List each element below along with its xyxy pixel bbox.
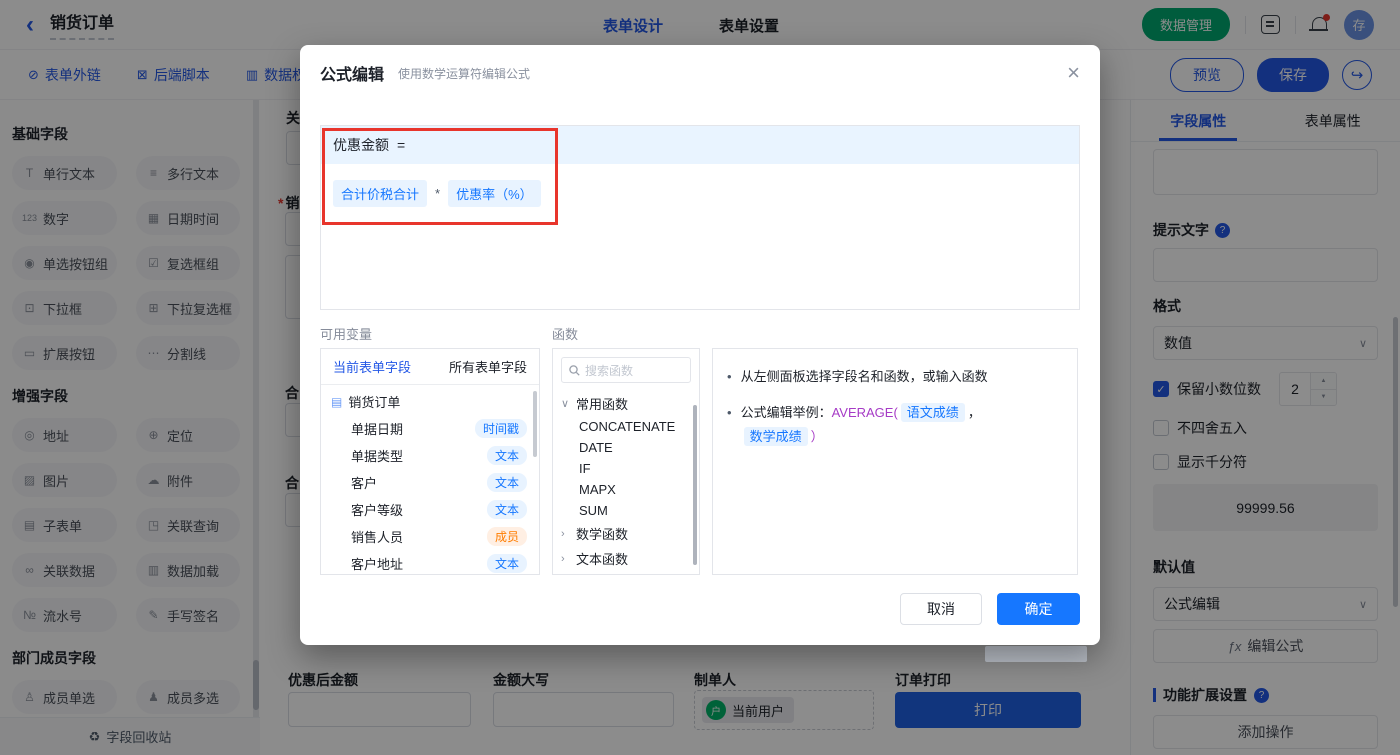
variables-panel-label: 可用变量 [320,324,372,343]
functions-scrollbar-thumb[interactable] [693,405,697,565]
form-document-icon: ▤ [331,395,342,409]
variables-tabs: 当前表单字段 所有表单字段 [321,349,539,385]
variable-name: 销售人员 [351,527,403,546]
variable-row[interactable]: 客户地址 文本 [321,550,539,575]
variable-type-badge: 文本 [487,446,527,465]
example-function-name: AVERAGE( [832,405,898,420]
function-search-placeholder: 搜索函数 [585,362,633,379]
function-item[interactable]: DATE [553,437,699,458]
variable-row[interactable]: 销售人员 成员 [321,523,539,550]
functions-panel-label: 函数 [552,324,578,343]
variable-name: 客户地址 [351,554,403,573]
variable-row[interactable]: 单据日期 时间戳 [321,415,539,442]
search-icon [569,365,580,376]
canvas-element-fragment [985,646,1087,662]
confirm-button[interactable]: 确定 [997,593,1080,625]
function-group-math[interactable]: › 数学函数 [553,521,699,546]
close-icon[interactable]: × [1067,62,1080,84]
variable-type-badge: 文本 [487,500,527,519]
tip-example-line: • 公式编辑举例：AVERAGE(语文成绩， 数学成绩） [727,401,1063,448]
function-item[interactable]: IF [553,458,699,479]
variable-row[interactable]: 客户 文本 [321,469,539,496]
function-group-common[interactable]: ∨ 常用函数 [553,391,699,416]
formula-editor-area[interactable]: 优惠金额 = 合计价税合计 * 优惠率（%） [320,125,1080,310]
modal-title: 公式编辑 [320,61,384,85]
variable-type-badge: 文本 [487,554,527,573]
tip-line: • 从左侧面板选择字段名和函数，或输入函数 [727,365,1063,388]
tab-current-form-fields[interactable]: 当前表单字段 [333,357,411,376]
variable-name: 客户 [351,473,377,492]
equals-sign: = [397,137,405,153]
chevron-right-icon: › [561,528,571,540]
bullet-icon: • [727,401,732,424]
formula-expression-row: 合计价税合计 * 优惠率（%） [321,164,1079,223]
function-group-label: 文本函数 [576,549,628,568]
form-designer-app: ‹ 销货订单 表单设计 表单设置 数据管理 存 ⊘ 表单外链 ⊠ 后端脚本 [0,0,1400,755]
chevron-right-icon: › [561,553,571,565]
variables-root-node[interactable]: ▤ 销货订单 [321,385,539,415]
variable-row[interactable]: 单据类型 文本 [321,442,539,469]
chevron-down-icon: ∨ [561,397,571,410]
variable-type-badge: 成员 [487,527,527,546]
tip-example-text: 公式编辑举例：AVERAGE(语文成绩， 数学成绩） [741,401,1063,448]
variable-name: 单据日期 [351,419,403,438]
function-search-input[interactable]: 搜索函数 [561,357,691,383]
formula-editor-modal: 公式编辑 使用数学运算符编辑公式 × 优惠金额 = 合计价税合计 * 优惠率（%… [300,45,1100,645]
formula-target-field: 优惠金额 [333,135,389,155]
function-item[interactable]: MAPX [553,479,699,500]
tip-example-prefix: 公式编辑举例： [741,405,832,420]
example-field-chip: 语文成绩 [901,403,965,422]
variable-type-badge: 文本 [487,473,527,492]
function-item[interactable]: SUM [553,500,699,521]
variable-row[interactable]: 客户等级 文本 [321,496,539,523]
function-group-text[interactable]: › 文本函数 [553,546,699,571]
variables-scrollbar-thumb[interactable] [533,391,537,457]
modal-header: 公式编辑 使用数学运算符编辑公式 × [300,45,1100,101]
variable-name: 客户等级 [351,500,403,519]
bullet-icon: • [727,365,732,388]
function-group-label: 数学函数 [576,524,628,543]
modal-subtitle: 使用数学运算符编辑公式 [398,65,530,82]
cancel-button[interactable]: 取消 [900,593,982,625]
functions-panel: 搜索函数 ∨ 常用函数 CONCATENATE DATE IF MAPX SUM… [552,348,700,575]
example-comma: ， [968,405,981,420]
example-field-chip: 数学成绩 [744,427,808,446]
example-close-paren: ） [811,429,824,444]
tab-all-form-fields[interactable]: 所有表单字段 [449,357,527,376]
formula-token-left[interactable]: 合计价税合计 [333,180,427,207]
function-item[interactable]: CONCATENATE [553,416,699,437]
variable-name: 单据类型 [351,446,403,465]
formula-target-row: 优惠金额 = [321,126,1079,164]
function-group-label: 常用函数 [576,394,628,413]
formula-tips-panel: • 从左侧面板选择字段名和函数，或输入函数 • 公式编辑举例：AVERAGE(语… [712,348,1078,575]
variable-type-badge: 时间戳 [475,419,527,438]
variables-panel: 当前表单字段 所有表单字段 ▤ 销货订单 单据日期 时间戳 单据类型 文本 客户… [320,348,540,575]
tip-text: 从左侧面板选择字段名和函数，或输入函数 [741,365,988,388]
formula-operator: * [435,186,440,201]
variables-root-label: 销货订单 [348,392,400,411]
formula-token-right[interactable]: 优惠率（%） [448,180,541,207]
